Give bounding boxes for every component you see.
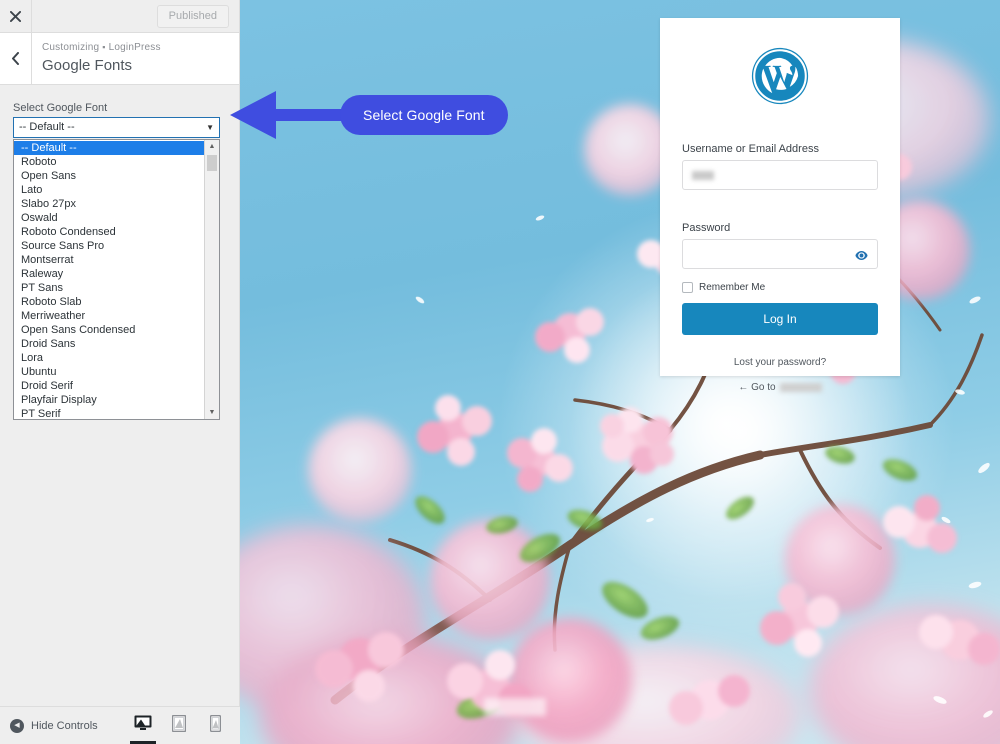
customizer-footer: ◀ Hide Controls (0, 706, 240, 744)
font-option[interactable]: Montserrat (14, 253, 204, 267)
font-option[interactable]: Slabo 27px (14, 197, 204, 211)
desktop-icon (134, 715, 152, 736)
password-label: Password (682, 222, 731, 234)
remember-me-row[interactable]: Remember Me (682, 282, 878, 293)
page-title: Google Fonts (42, 57, 133, 74)
annotation-label: Select Google Font (340, 95, 508, 135)
caret-left-circle-icon: ◀ (10, 718, 24, 733)
font-option[interactable]: Oswald (14, 211, 204, 225)
breadcrumb-separator: ▪ (102, 42, 106, 52)
redacted-site-name-overlay (484, 698, 546, 716)
remember-me-label: Remember Me (699, 282, 766, 293)
dropdown-scrollbar[interactable]: ▲ ▼ (204, 140, 219, 419)
google-font-select-wrap: -- Default -- ▼ -- Default -- Roboto Open … (13, 117, 226, 420)
wordpress-logo-icon (750, 46, 810, 111)
tablet-icon (171, 714, 187, 737)
hide-controls-label: Hide Controls (31, 719, 98, 732)
redacted-site-name (779, 383, 822, 392)
remember-me-checkbox[interactable] (682, 282, 693, 293)
hide-controls-button[interactable]: ◀ Hide Controls (10, 718, 98, 733)
google-font-select-value: -- Default -- (19, 121, 75, 133)
customizer-sidebar: Published Customizing ▪ LoginPress Google … (0, 0, 240, 744)
breadcrumb: Customizing ▪ LoginPress (42, 40, 161, 55)
font-option[interactable]: Source Sans Pro (14, 239, 204, 253)
go-to-site-link[interactable]: ← Go to (682, 382, 878, 393)
google-font-select[interactable]: -- Default -- ▼ (13, 117, 220, 138)
font-option-container: -- Default -- Roboto Open Sans Lato Slabo 27… (14, 140, 204, 419)
customizer-panel-header: Customizing ▪ LoginPress Google Fonts (0, 33, 239, 85)
select-google-font-label: Select Google Font (13, 102, 108, 114)
mobile-preview-button[interactable] (204, 712, 226, 740)
username-label: Username or Email Address (682, 143, 819, 155)
lost-password-link[interactable]: Lost your password? (682, 357, 878, 368)
customizer-controls: Select Google Font -- Default -- ▼ -- De… (0, 86, 239, 706)
login-form-card: Username or Email Address Password Remem… (660, 18, 900, 393)
breadcrumb-section: LoginPress (108, 42, 161, 53)
log-in-button[interactable]: Log In (682, 303, 878, 335)
scrollbar-thumb[interactable] (207, 155, 217, 171)
font-option[interactable]: PT Serif (14, 407, 204, 419)
scroll-up-arrow-icon[interactable]: ▲ (205, 140, 219, 153)
font-option[interactable]: Open Sans Condensed (14, 323, 204, 337)
customizer-topbar: Published (0, 0, 239, 33)
screenshot-root: Username or Email Address Password Remem… (0, 0, 1000, 744)
font-option[interactable]: Raleway (14, 267, 204, 281)
font-option[interactable]: Open Sans (14, 169, 204, 183)
scroll-down-arrow-icon[interactable]: ▼ (205, 406, 219, 419)
mobile-icon (209, 714, 221, 737)
font-option[interactable]: Droid Sans (14, 337, 204, 351)
breadcrumb-root: Customizing (42, 42, 100, 53)
font-option[interactable]: Roboto Condensed (14, 225, 204, 239)
font-option[interactable]: Lora (14, 351, 204, 365)
font-option[interactable]: Droid Serif (14, 379, 204, 393)
wordpress-logo-wrap (682, 46, 878, 111)
device-preview-buttons (130, 712, 226, 744)
close-icon[interactable] (0, 0, 32, 32)
font-option[interactable]: Roboto Slab (14, 295, 204, 309)
go-to-site-prefix: ← Go to (738, 382, 776, 393)
chevron-left-icon[interactable] (0, 33, 32, 84)
tablet-preview-button[interactable] (168, 712, 190, 740)
eye-icon[interactable] (852, 246, 870, 264)
google-font-dropdown-list[interactable]: -- Default -- Roboto Open Sans Lato Slabo 27… (13, 139, 220, 420)
redacted-username-value (692, 171, 714, 180)
desktop-preview-button[interactable] (130, 712, 156, 744)
font-option[interactable]: Lato (14, 183, 204, 197)
font-option[interactable]: Playfair Display (14, 393, 204, 407)
chevron-down-icon: ▼ (206, 123, 214, 132)
font-option[interactable]: Roboto (14, 155, 204, 169)
publish-button[interactable]: Published (156, 4, 229, 28)
username-input[interactable] (682, 160, 878, 190)
panel-titles: Customizing ▪ LoginPress Google Fonts (32, 33, 161, 84)
font-option[interactable]: -- Default -- (14, 141, 204, 155)
font-option[interactable]: PT Sans (14, 281, 204, 295)
password-input[interactable] (682, 239, 878, 269)
font-option[interactable]: Ubuntu (14, 365, 204, 379)
font-option[interactable]: Merriweather (14, 309, 204, 323)
